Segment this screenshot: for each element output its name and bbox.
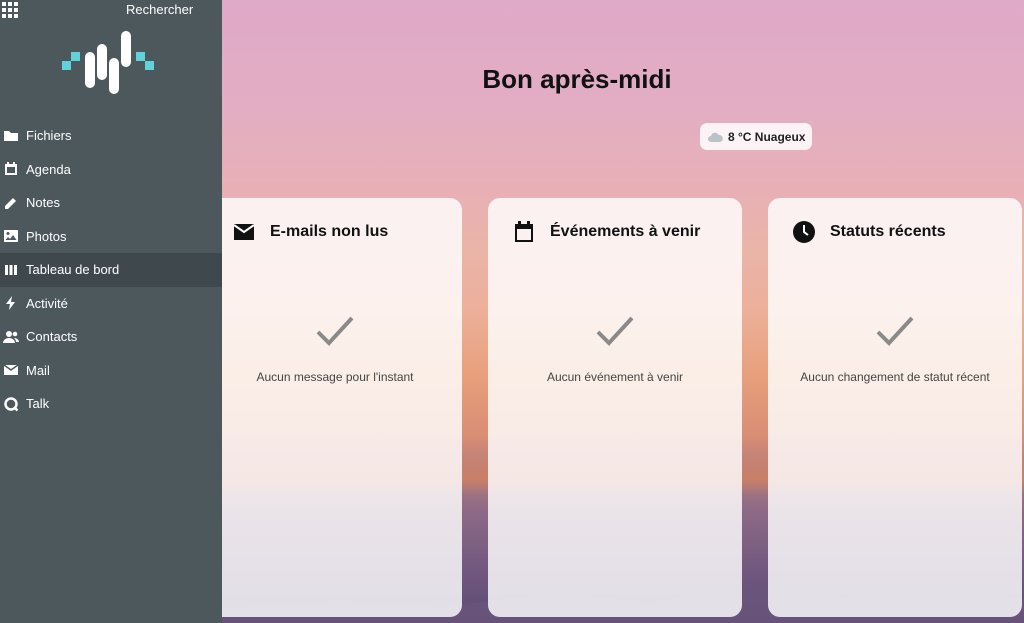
sidebar-item-activite[interactable]: Activité: [0, 287, 222, 321]
sidebar-item-photos[interactable]: Photos: [0, 220, 222, 254]
panel-unread-emails: E-mails non lus Aucun message pour l'ins…: [222, 198, 462, 617]
sidebar-item-agenda[interactable]: Agenda: [0, 153, 222, 187]
sidebar-item-label: Talk: [26, 396, 50, 412]
sidebar-item-label: Contacts: [26, 329, 78, 345]
mail-icon: [233, 224, 255, 240]
sidebar-item-label: Tableau de bord: [26, 262, 120, 278]
weather-text: 8 °C Nuageux: [728, 129, 806, 144]
sidebar-item-tableau-de-bord[interactable]: Tableau de bord: [0, 253, 222, 287]
calendar-icon: [515, 221, 533, 242]
logo[interactable]: [60, 30, 156, 96]
pencil-icon: [3, 195, 19, 211]
sidebar-item-fichiers[interactable]: Fichiers: [0, 119, 222, 153]
app-grid-icon[interactable]: [2, 2, 18, 18]
calendar-icon: [3, 161, 19, 177]
check-icon: [596, 316, 634, 346]
folder-icon: [3, 128, 19, 144]
check-icon: [316, 316, 354, 346]
sidebar-item-label: Fichiers: [26, 128, 72, 144]
sidebar-nav: Fichiers Agenda Notes Photos Tableau de …: [0, 119, 222, 421]
search-button[interactable]: Rechercher: [126, 2, 193, 17]
sidebar-item-label: Agenda: [26, 161, 71, 177]
cloud-icon: [708, 132, 723, 142]
panel-header: Statuts récents: [792, 220, 946, 244]
dashboard-icon: [3, 262, 19, 278]
panel-title[interactable]: E-mails non lus: [270, 223, 388, 241]
sidebar-item-contacts[interactable]: Contacts: [0, 320, 222, 354]
image-icon: [3, 228, 19, 244]
greeting-title: Bon après-midi: [482, 64, 672, 94]
sidebar-item-label: Activité: [26, 295, 68, 311]
check-icon: [876, 316, 914, 346]
panel-title[interactable]: Événements à venir: [550, 223, 700, 241]
clock-icon: [793, 221, 815, 243]
sidebar-item-label: Notes: [26, 195, 60, 211]
sidebar-item-label: Photos: [26, 228, 67, 244]
sidebar-item-talk[interactable]: Talk: [0, 387, 222, 421]
contacts-icon: [3, 329, 19, 345]
panel-header: E-mails non lus: [232, 220, 388, 244]
empty-message: Aucun événement à venir: [546, 370, 684, 384]
panel-upcoming-events: Événements à venir Aucun événement à ven…: [488, 198, 742, 617]
weather-status[interactable]: 8 °C Nuageux: [700, 123, 813, 150]
panel-recent-statuses: Statuts récents Aucun changement de stat…: [768, 198, 1022, 617]
sidebar-item-mail[interactable]: Mail: [0, 354, 222, 388]
panel-header: Événements à venir: [512, 220, 700, 244]
sidebar-item-label: Mail: [26, 362, 50, 378]
empty-message: Aucun changement de statut récent: [800, 370, 990, 384]
empty-message: Aucun message pour l'instant: [256, 370, 414, 384]
dashboard-main: Bon après-midi 8 °C Nuageux E-mails non …: [222, 0, 1024, 623]
mail-icon: [3, 362, 19, 378]
lightning-icon: [3, 295, 19, 311]
panel-title[interactable]: Statuts récents: [830, 223, 946, 241]
sidebar-item-notes[interactable]: Notes: [0, 186, 222, 220]
sidebar: Rechercher Fichiers Agenda Notes Photos …: [0, 0, 222, 623]
talk-icon: [3, 396, 19, 412]
